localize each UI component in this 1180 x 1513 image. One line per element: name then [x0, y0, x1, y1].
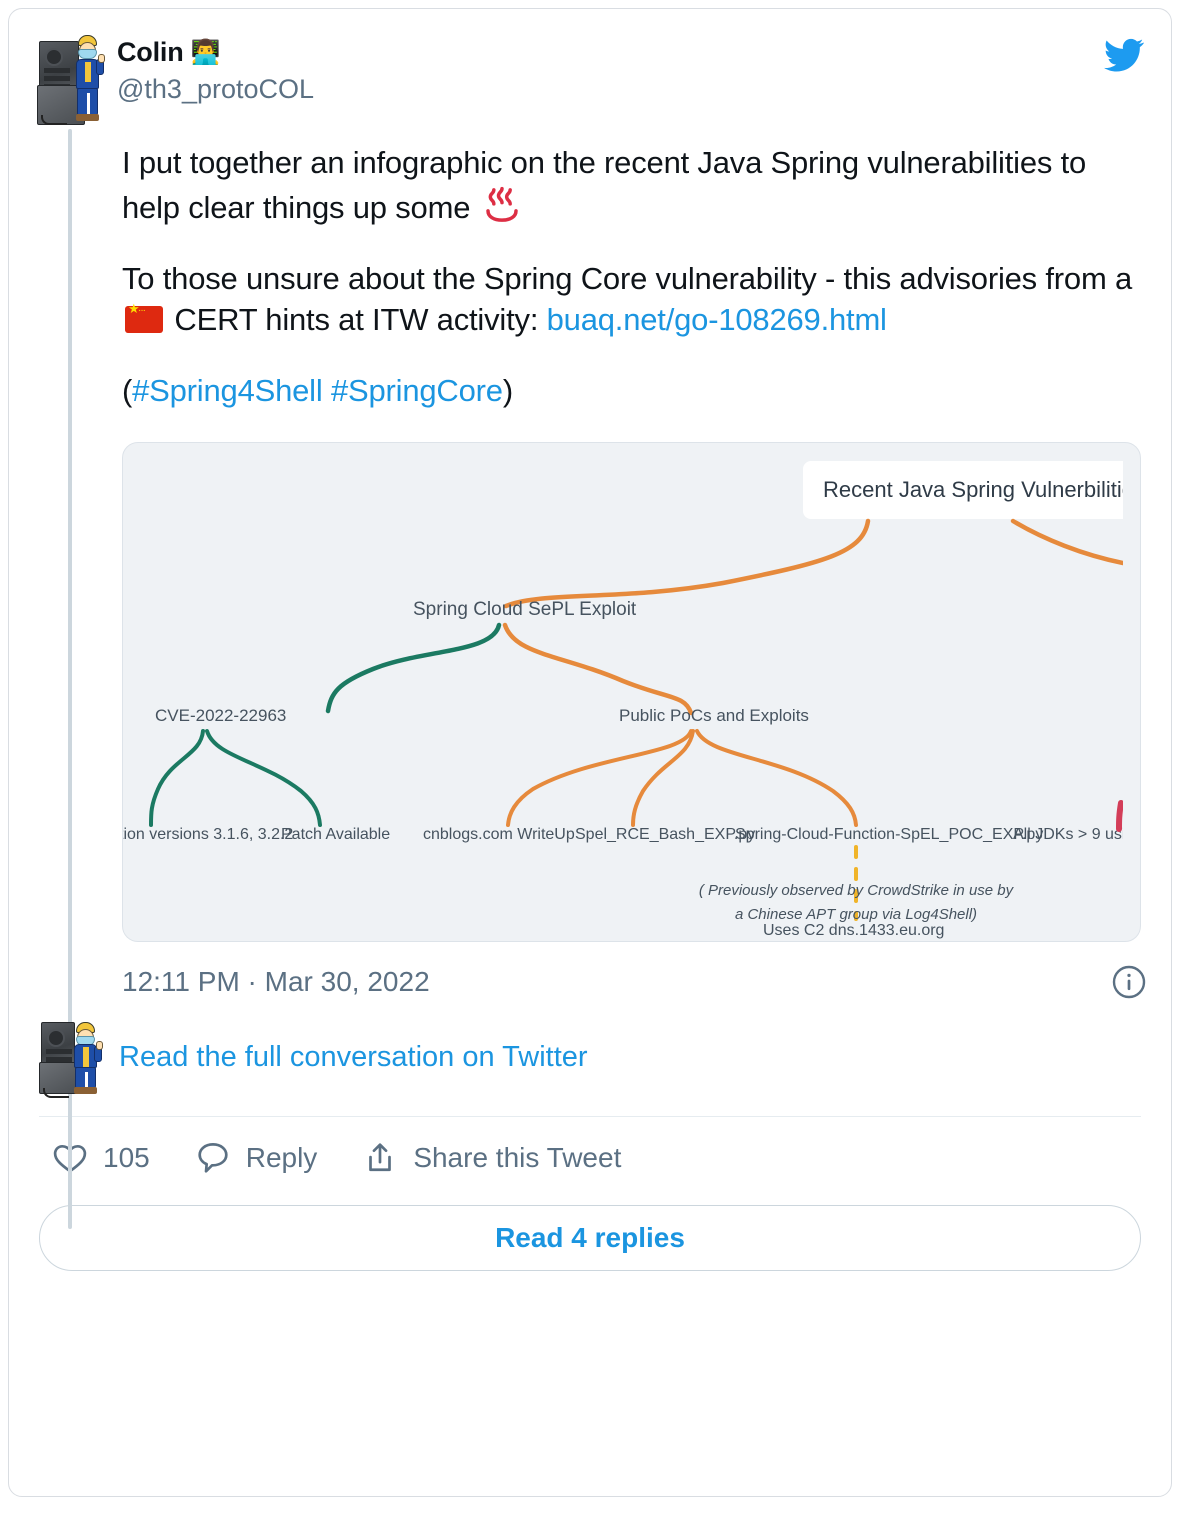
cable-icon	[43, 1087, 69, 1098]
tweet-header: Colin 👨‍💻 @th3_protoCOL	[9, 9, 1171, 125]
tweet-text: I put together an infographic on the rec…	[122, 143, 1141, 412]
reply-label: Reply	[245, 1141, 318, 1173]
author-handle[interactable]: @th3_protoCOL	[117, 72, 314, 107]
branch-cve-to-patch	[205, 728, 322, 827]
vault-boy-icon	[71, 1021, 103, 1094]
tweet-paragraph-3: (#Spring4Shell #SpringCore)	[122, 371, 1141, 412]
share-label: Share this Tweet	[413, 1141, 622, 1173]
tweet-link[interactable]: buaq.net/go-108269.html	[547, 302, 887, 337]
node-patch-available-label: Patch Available	[281, 826, 390, 843]
technologist-emoji: 👨‍💻	[190, 38, 221, 66]
branch-spring-cloud-to-cve	[325, 622, 502, 713]
branch-pocs-to-spel-poc	[695, 728, 858, 827]
author-names: Colin 👨‍💻 @th3_protoCOL	[117, 33, 314, 107]
c2-note-line-2: a Chinese APT group via Log4Shell)	[735, 906, 977, 923]
node-affected-versions-label: ction versions 3.1.6, 3.2.2	[123, 826, 293, 843]
author-name-text: Colin	[117, 37, 184, 67]
c2-annotation-group: ( Previously observed by CrowdStrike in …	[699, 882, 1015, 923]
twitter-bird-icon[interactable]	[1101, 35, 1147, 75]
paren-open: (	[122, 372, 133, 408]
conversation-row[interactable]: Read the full conversation on Twitter	[9, 1000, 1171, 1098]
tweet-paragraph-2-text-a: To those unsure about the Spring Core vu…	[122, 260, 1133, 296]
hashtag-springcore[interactable]: #SpringCore	[331, 373, 503, 408]
node-public-pocs-label: Public PoCs and Exploits	[619, 706, 809, 725]
tweet-meta-row: 12:11 PM · Mar 30, 2022	[9, 942, 1171, 1000]
node-spel-poc-label: Spring-Cloud-Function-SpEL_POC_EXP.py	[735, 826, 1043, 843]
tweet-actions: 105 Reply Share this Tweet	[9, 1117, 1171, 1177]
tweet-paragraph-2-text-b: CERT hints at ITW activity:	[166, 301, 547, 337]
tweet-paragraph-1: I put together an infographic on the rec…	[122, 143, 1141, 229]
node-all-jdks-label: All JDKs > 9 using	[1013, 826, 1123, 843]
tweet-paragraph-1-text: I put together an infographic on the rec…	[122, 145, 1087, 225]
mindmap-diagram: Recent Java Spring Vulnerbilities Spring…	[123, 460, 1123, 939]
node-spel-bash-label: Spel_RCE_Bash_EXP.py	[575, 826, 755, 843]
hashtag-separator	[323, 373, 331, 408]
share-upload-icon[interactable]	[361, 1139, 399, 1177]
tweet-paragraph-2: To those unsure about the Spring Core vu…	[122, 259, 1141, 341]
branch-root-to-offscreen-right	[1010, 518, 1123, 565]
speech-bubble-icon[interactable]	[194, 1139, 232, 1177]
branch-root-to-spring-cloud	[503, 518, 871, 608]
root-node-label: Recent Java Spring Vulnerbilities	[823, 477, 1123, 502]
tweet-timestamp: 12:11 PM · Mar 30, 2022	[122, 965, 430, 997]
hashtag-spring4shell[interactable]: #Spring4Shell	[132, 373, 323, 408]
reply-action[interactable]: Reply	[194, 1139, 318, 1177]
cable-icon	[41, 115, 67, 125]
branch-offscreen-crimson-stub	[1116, 799, 1123, 832]
node-cve-label: CVE-2022-22963	[155, 706, 286, 725]
node-spring-cloud-label: Spring Cloud SePL Exploit	[413, 599, 637, 620]
author-display-name[interactable]: Colin 👨‍💻	[117, 37, 314, 68]
like-action[interactable]: 105	[51, 1139, 150, 1177]
branch-spring-cloud-to-public-pocs	[502, 622, 694, 715]
china-flag-emoji	[125, 302, 163, 333]
read-replies-button[interactable]: Read 4 replies	[39, 1204, 1141, 1271]
branch-pocs-to-spel-bash	[631, 728, 695, 827]
vault-boy-icon	[73, 35, 105, 121]
avatar[interactable]	[37, 33, 105, 125]
read-full-conversation-link[interactable]: Read the full conversation on Twitter	[119, 1041, 588, 1074]
avatar-small	[39, 1021, 105, 1098]
c2-note-line-1: ( Previously observed by CrowdStrike in …	[699, 882, 1015, 899]
branch-pocs-to-cnblogs	[506, 728, 693, 827]
info-circle-icon[interactable]	[1111, 964, 1147, 1000]
paren-close: )	[502, 372, 513, 408]
like-count: 105	[103, 1141, 150, 1173]
tweet-embed-card: Colin 👨‍💻 @th3_protoCOL I put together a…	[8, 8, 1172, 1497]
branch-cve-to-affected-versions	[149, 728, 205, 827]
node-cnblogs-label: cnblogs.com WriteUp	[423, 826, 575, 843]
tweet-body: I put together an infographic on the rec…	[9, 125, 1171, 412]
share-action[interactable]: Share this Tweet	[361, 1139, 621, 1177]
infographic-image[interactable]: Recent Java Spring Vulnerbilities Spring…	[122, 441, 1141, 942]
hot-springs-emoji	[485, 186, 518, 222]
